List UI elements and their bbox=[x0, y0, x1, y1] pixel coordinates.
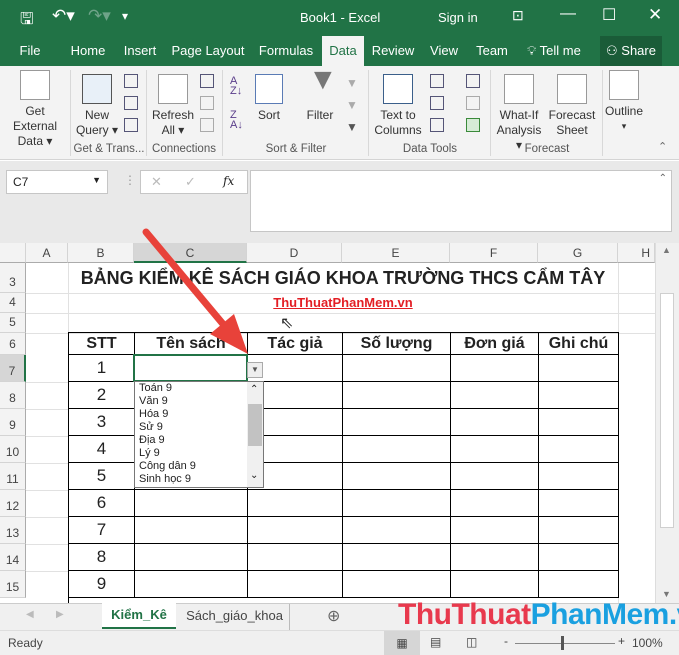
zoom-slider[interactable] bbox=[515, 643, 615, 644]
prev-sheet-icon[interactable]: ◀ bbox=[26, 609, 34, 620]
zoom-out-icon[interactable]: - bbox=[504, 634, 508, 648]
sheet-tabs-bar: ◀ ▶ Kiểm_Kê Sách_giáo_khoa ⊕ ThuThuatPha… bbox=[0, 598, 679, 631]
page-layout-view-icon[interactable]: ▤ bbox=[430, 635, 441, 649]
sheet-tab-active[interactable]: Kiểm_Kê bbox=[102, 603, 176, 629]
annotation-arrow bbox=[142, 228, 248, 354]
status-ready: Ready bbox=[8, 636, 43, 650]
watermark-logo: ThuThuatPhanMem.vn bbox=[398, 598, 679, 632]
scroll-up-icon[interactable]: ▲ bbox=[662, 245, 671, 255]
zoom-slider-thumb[interactable] bbox=[561, 636, 564, 650]
zoom-in-icon[interactable]: + bbox=[618, 634, 625, 648]
watermark-part2: PhanMem.vn bbox=[530, 598, 679, 631]
sheet-tab[interactable]: Sách_giáo_khoa bbox=[180, 604, 290, 630]
next-sheet-icon[interactable]: ▶ bbox=[56, 609, 64, 620]
add-sheet-icon[interactable]: ⊕ bbox=[327, 606, 340, 626]
zoom-level[interactable]: 100% bbox=[632, 636, 663, 650]
page-break-view-icon[interactable]: ◫ bbox=[466, 635, 477, 649]
scroll-thumb[interactable] bbox=[660, 293, 674, 528]
watermark-part1: ThuThuat bbox=[398, 598, 531, 631]
normal-view-icon[interactable]: ▦ bbox=[384, 631, 420, 655]
vertical-scrollbar[interactable]: ▲ ▼ bbox=[655, 243, 679, 603]
status-bar: Ready ▦ ▤ ◫ - + 100% bbox=[0, 630, 679, 655]
